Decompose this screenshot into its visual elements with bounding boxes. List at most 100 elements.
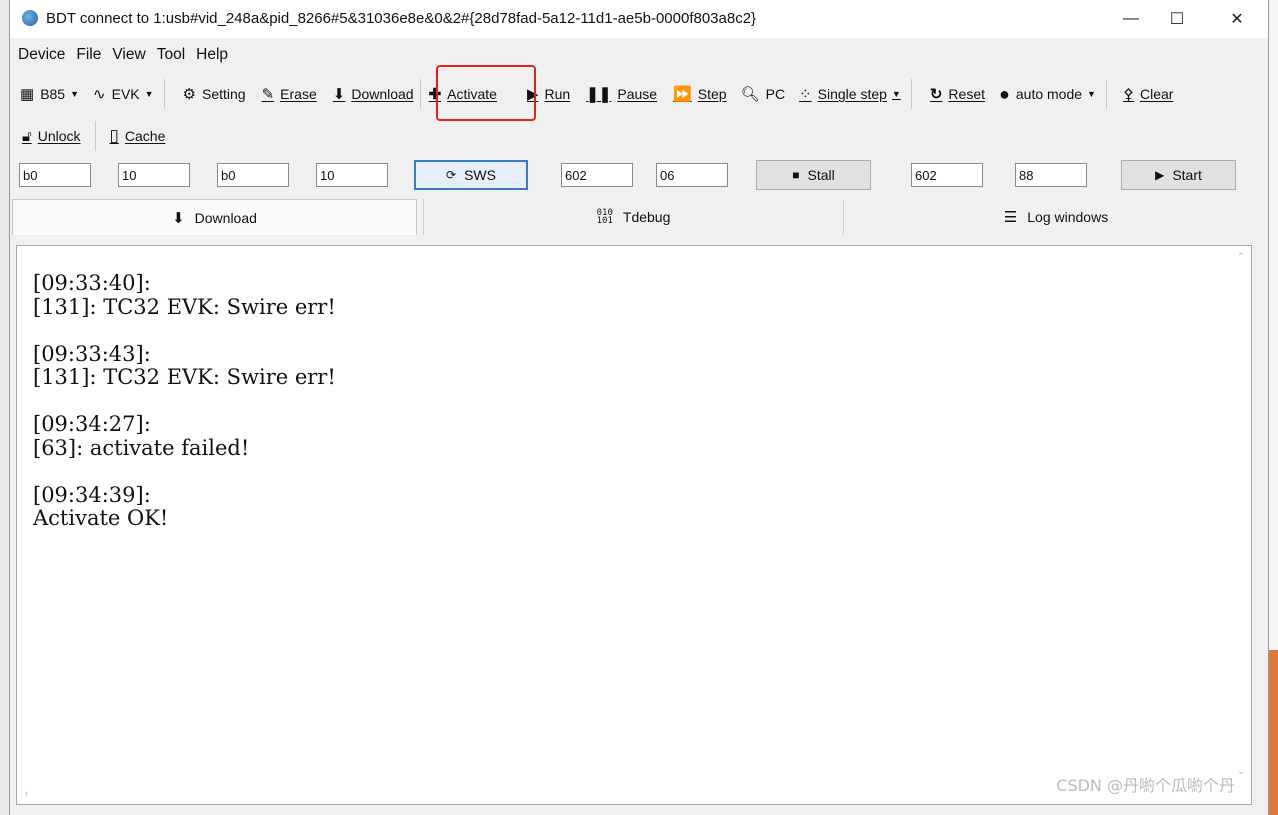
step-icon: ⏩ xyxy=(673,86,692,103)
maximize-button[interactable]: ☐ xyxy=(1154,4,1200,34)
download-arrow-icon: ⬇ xyxy=(332,86,346,103)
run-label: Run xyxy=(544,86,571,102)
lock-icon: 🔓︎ xyxy=(22,127,32,145)
unlock-button[interactable]: 🔓︎ Unlock xyxy=(22,128,81,145)
download-arrow-icon: ⬇ xyxy=(172,209,185,227)
reset-icon: ↻ xyxy=(929,86,943,103)
reset-label: Reset xyxy=(948,86,985,102)
param-field-4[interactable] xyxy=(316,163,388,187)
pc-button[interactable]: 🔍︎ PC xyxy=(741,85,786,103)
scroll-up-icon[interactable]: ⌃ xyxy=(1237,252,1245,263)
chip-select[interactable]: ▦ B85 ▼ xyxy=(20,85,79,103)
param-field-3[interactable] xyxy=(217,163,289,187)
param-field-1[interactable] xyxy=(19,163,91,187)
background-image-edge xyxy=(1269,650,1278,815)
gear-icon: ⚙ xyxy=(182,86,196,103)
download-label: Download xyxy=(351,86,414,102)
setting-label: Setting xyxy=(202,86,246,102)
menu-view[interactable]: View xyxy=(112,46,145,64)
toolbar-separator xyxy=(94,121,96,151)
close-button[interactable]: ✕ xyxy=(1214,4,1260,34)
erase-button[interactable]: ✎ Erase xyxy=(262,85,317,103)
clear-label: Clear xyxy=(1139,86,1174,102)
log-text: [09:33:40]: [131]: TC32 EVK: Swire err! … xyxy=(33,271,336,530)
param-field-5[interactable] xyxy=(561,163,633,187)
evk-label: EVK xyxy=(111,86,140,102)
minimize-button[interactable]: — xyxy=(1108,4,1154,34)
toolbar-separator xyxy=(910,79,912,109)
app-window: BDT connect to 1:usb#vid_248a&pid_8266#5… xyxy=(9,0,1269,815)
toolbar-separator xyxy=(163,79,165,109)
menu-device[interactable]: Device xyxy=(18,46,65,64)
main-toolbar: ▦ B85 ▼ ∿ EVK ▼ ⚙ Setting ✎ Erase ⬇ Down… xyxy=(10,78,1173,110)
window-title: BDT connect to 1:usb#vid_248a&pid_8266#5… xyxy=(46,10,757,27)
scroll-left-icon[interactable]: ‹ xyxy=(25,788,28,799)
menu-tool[interactable]: Tool xyxy=(157,46,185,64)
horizontal-scrollbar[interactable]: ‹ xyxy=(17,786,1235,804)
chevron-down-icon: ▼ xyxy=(891,89,901,99)
single-step-label: Single step xyxy=(817,86,887,102)
erase-label: Erase xyxy=(280,86,317,102)
binary-icon: 010 101 xyxy=(596,208,613,226)
pc-label: PC xyxy=(765,86,786,102)
auto-mode-label: auto mode xyxy=(1015,86,1083,102)
step-label: Step xyxy=(697,86,727,102)
auto-mode-select[interactable]: ● auto mode ▼ xyxy=(999,84,1096,105)
menu-help[interactable]: Help xyxy=(196,46,228,64)
tab-bar: ⬇ Download 010 101 Tdebug ☰ Log windows xyxy=(10,199,1268,237)
cache-button[interactable]: ▯ Cache xyxy=(110,126,166,146)
setting-button[interactable]: ⚙ Setting xyxy=(183,85,246,103)
single-step-button[interactable]: ⁘ Single step ▼ xyxy=(799,85,901,103)
chevron-down-icon: ▼ xyxy=(1087,89,1096,99)
tab-download-label: Download xyxy=(194,209,257,226)
sws-label: SWS xyxy=(464,167,496,183)
vertical-scrollbar[interactable]: ⌃ ⌄ xyxy=(1233,246,1251,786)
pause-button[interactable]: ❚❚ Pause xyxy=(586,85,657,103)
step-button[interactable]: ⏩ Step xyxy=(673,85,727,103)
footsteps-icon: ⁘ xyxy=(799,86,812,103)
start-button[interactable]: ▶ Start xyxy=(1121,160,1236,190)
secondary-toolbar: 🔓︎ Unlock ▯ Cache xyxy=(10,120,165,152)
sd-card-icon: ▯ xyxy=(109,126,119,145)
chevron-down-icon: ▼ xyxy=(70,89,80,99)
pause-label: Pause xyxy=(617,86,658,102)
broom-icon: ⚴ xyxy=(1122,86,1134,103)
cache-label: Cache xyxy=(124,128,166,144)
waveform-icon: ∿ xyxy=(93,86,106,103)
toolbar-separator xyxy=(1105,79,1107,109)
param-field-2[interactable] xyxy=(118,163,190,187)
activate-highlight-box xyxy=(436,65,536,121)
tab-log-windows[interactable]: ☰ Log windows xyxy=(843,199,1268,235)
param-field-8[interactable] xyxy=(1015,163,1087,187)
param-field-6[interactable] xyxy=(656,163,728,187)
watermark: CSDN @丹喲个瓜喲个丹 xyxy=(1056,776,1235,795)
tab-tdebug[interactable]: 010 101 Tdebug xyxy=(423,199,843,235)
chip-label: B85 xyxy=(40,86,66,102)
stall-button[interactable]: ■ Stall xyxy=(756,160,871,190)
search-icon: 🔍︎ xyxy=(740,86,760,103)
start-label: Start xyxy=(1172,167,1202,183)
auto-icon: ● xyxy=(999,83,1010,104)
scroll-down-icon[interactable]: ⌄ xyxy=(1237,766,1245,777)
tab-download[interactable]: ⬇ Download xyxy=(12,199,417,235)
unlock-label: Unlock xyxy=(37,128,81,144)
download-button[interactable]: ⬇ Download xyxy=(333,85,414,103)
background-window-edge xyxy=(1269,0,1278,650)
clear-button[interactable]: ⚴ Clear xyxy=(1123,85,1173,103)
evk-select[interactable]: ∿ EVK ▼ xyxy=(93,85,154,103)
param-field-7[interactable] xyxy=(911,163,983,187)
list-icon: ☰ xyxy=(1003,209,1018,226)
tab-tdebug-label: Tdebug xyxy=(622,209,671,225)
chevron-down-icon: ▼ xyxy=(144,89,154,99)
menu-file[interactable]: File xyxy=(76,46,101,64)
refresh-icon: ⟳ xyxy=(446,168,457,182)
reset-button[interactable]: ↻ Reset xyxy=(930,85,985,103)
chip-icon: ▦ xyxy=(20,86,35,103)
menu-bar: Device File View Tool Help xyxy=(10,40,231,70)
log-output-panel[interactable]: [09:33:40]: [131]: TC32 EVK: Swire err! … xyxy=(16,245,1252,805)
tab-log-windows-label: Log windows xyxy=(1027,209,1109,225)
sws-button[interactable]: ⟳ SWS xyxy=(414,160,528,190)
stall-label: Stall xyxy=(807,167,835,183)
title-bar: BDT connect to 1:usb#vid_248a&pid_8266#5… xyxy=(10,0,1268,38)
eraser-icon: ✎ xyxy=(261,86,275,103)
